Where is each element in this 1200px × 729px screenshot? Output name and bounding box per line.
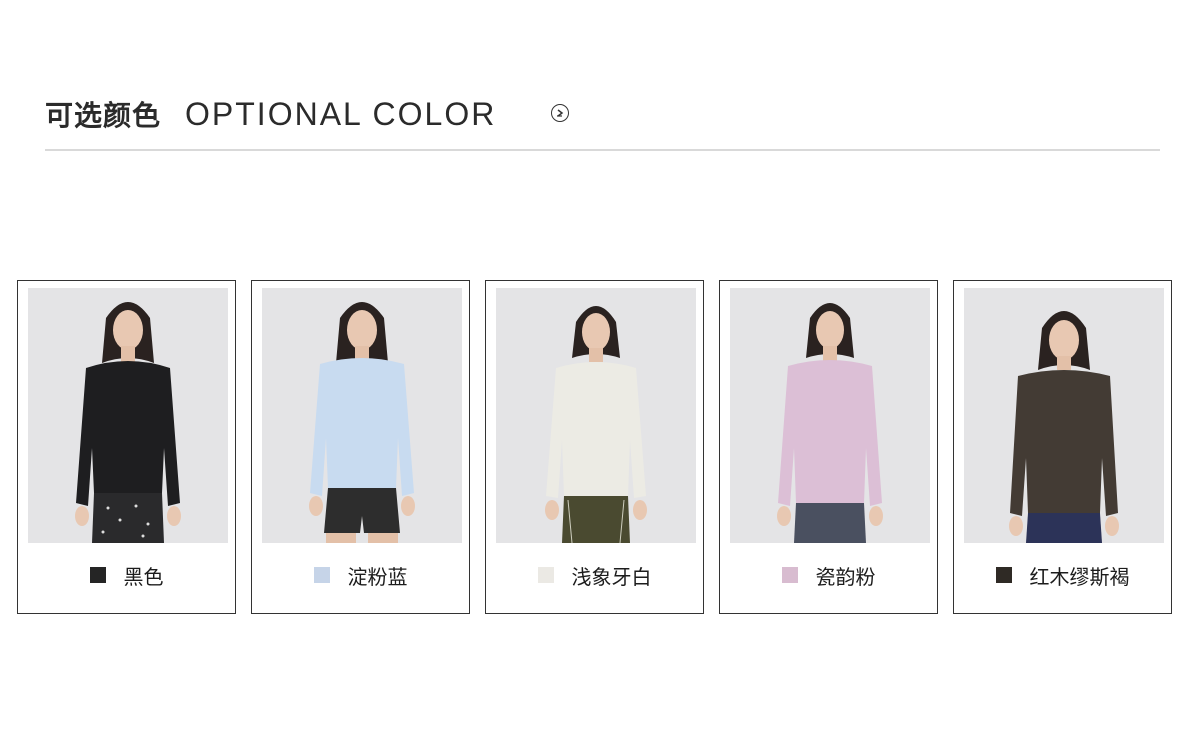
color-name: 黑色 — [123, 564, 164, 589]
color-card-mahogany-brown[interactable]: 红木缪斯褐 — [953, 280, 1172, 614]
color-swatch — [995, 567, 1012, 583]
shirt-shape — [76, 361, 180, 506]
color-card-ivory-white[interactable]: 浅象牙白 — [485, 280, 704, 614]
color-name: 浅象牙白 — [571, 564, 652, 589]
product-photo — [730, 288, 930, 543]
color-label-row: 浅象牙白 — [486, 563, 703, 589]
shirt-shape — [310, 358, 414, 496]
color-name: 淀粉蓝 — [347, 564, 408, 589]
color-label-row: 黑色 — [18, 563, 235, 589]
color-name: 红木缪斯褐 — [1029, 564, 1130, 589]
header-divider — [45, 149, 1160, 151]
color-label-row: 淀粉蓝 — [252, 563, 469, 589]
color-cards: 黑色 淀粉蓝 浅象牙白 瓷韵粉 红木缪斯褐 — [17, 280, 1172, 614]
color-swatch — [537, 567, 554, 583]
color-name: 瓷韵粉 — [815, 564, 876, 589]
product-photo — [964, 288, 1164, 543]
chevron-right-glyph — [557, 109, 564, 117]
shirt-shape — [778, 360, 882, 506]
color-swatch — [313, 567, 330, 583]
section-title-en: OPTIONAL COLOR — [185, 95, 497, 132]
color-card-starch-blue[interactable]: 淀粉蓝 — [251, 280, 470, 614]
section-title-cn: 可选颜色 — [45, 99, 162, 132]
shirt-shape — [546, 362, 646, 498]
product-photo — [262, 288, 462, 543]
color-card-porcelain-pink[interactable]: 瓷韵粉 — [719, 280, 938, 614]
product-photo — [496, 288, 696, 543]
shirt-shape — [1010, 370, 1118, 516]
color-label-row: 瓷韵粉 — [720, 563, 937, 589]
color-card-black[interactable]: 黑色 — [17, 280, 236, 614]
color-swatch — [781, 567, 798, 583]
product-photo — [28, 288, 228, 543]
color-label-row: 红木缪斯褐 — [954, 563, 1171, 589]
chevron-right-circle-icon[interactable] — [551, 104, 569, 122]
color-swatch — [89, 567, 106, 583]
section-header: 可选颜色 OPTIONAL COLOR — [45, 92, 496, 136]
